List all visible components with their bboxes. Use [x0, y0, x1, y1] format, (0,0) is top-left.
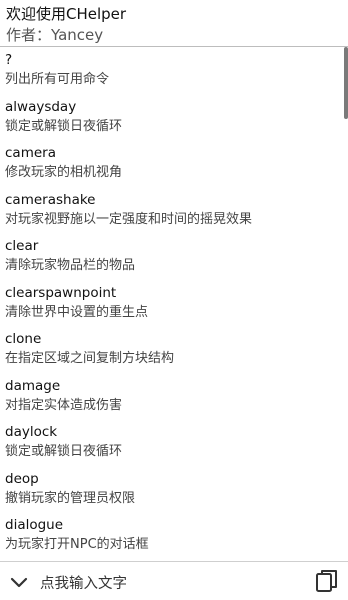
header: 欢迎使用CHelper 作者：Yancey	[0, 0, 348, 46]
command-name: damage	[5, 377, 61, 394]
author-label: 作者：	[6, 26, 52, 44]
command-item[interactable]: deop 撤销玩家的管理员权限	[0, 466, 348, 513]
command-description: 清除世界中设置的重生点	[5, 304, 149, 320]
command-list[interactable]: ? 列出所有可用命令 alwaysday 锁定或解锁日夜循环 camera 修改玩家的相机…	[0, 47, 348, 561]
input-prompt[interactable]: 点我输入文字	[40, 572, 127, 593]
command-name: ?	[5, 52, 13, 68]
command-name: daylock	[5, 424, 58, 440]
command-description: 在指定区域之间复制方块结构	[5, 351, 175, 366]
command-item[interactable]: clone 在指定区域之间复制方块结构	[0, 326, 348, 373]
command-description: 列出所有可用命令	[5, 72, 110, 87]
command-description: 为玩家打开NPC的对话框	[5, 537, 149, 552]
author-line: 作者：Yancey	[6, 24, 103, 45]
chevron-down-icon[interactable]	[9, 572, 29, 592]
command-item[interactable]: daylock 锁定或解锁日夜循环	[0, 419, 348, 466]
command-name: camerashake	[5, 191, 96, 208]
scrollbar[interactable]	[344, 47, 348, 119]
command-name: clear	[5, 238, 39, 254]
command-item[interactable]: ? 列出所有可用命令	[0, 47, 348, 94]
copy-icon[interactable]	[313, 567, 341, 595]
bottom-input-bar[interactable]: 点我输入文字	[0, 561, 348, 600]
command-description: 对指定实体造成伤害	[5, 397, 123, 413]
command-name: dialogue	[5, 517, 64, 533]
command-description: 清除玩家物品栏的物品	[5, 258, 136, 273]
command-description: 锁定或解锁日夜循环	[5, 118, 123, 134]
command-name: camera	[5, 145, 56, 161]
author-name: Yancey	[51, 26, 104, 44]
app-title: 欢迎使用CHelper	[6, 5, 127, 23]
command-description: 对玩家视野施以一定强度和时间的摇晃效果	[5, 211, 253, 227]
command-description: 锁定或解锁日夜循环	[5, 444, 123, 459]
command-item[interactable]: dialogue 为玩家打开NPC的对话框	[0, 512, 348, 559]
command-name: clearspawnpoint	[5, 284, 117, 301]
command-item[interactable]: clearspawnpoint 清除世界中设置的重生点	[0, 280, 348, 327]
command-name: deop	[5, 470, 39, 487]
command-item[interactable]: camerashake 对玩家视野施以一定强度和时间的摇晃效果	[0, 187, 348, 234]
command-name: clone	[5, 331, 42, 347]
command-name: alwaysday	[5, 98, 77, 115]
command-description: 修改玩家的相机视角	[5, 165, 123, 180]
command-item[interactable]: clear 清除玩家物品栏的物品	[0, 233, 348, 280]
command-item[interactable]: alwaysday 锁定或解锁日夜循环	[0, 94, 348, 141]
command-item[interactable]: camera 修改玩家的相机视角	[0, 140, 348, 187]
command-item[interactable]: damage 对指定实体造成伤害	[0, 373, 348, 420]
command-description: 撤销玩家的管理员权限	[5, 490, 136, 506]
